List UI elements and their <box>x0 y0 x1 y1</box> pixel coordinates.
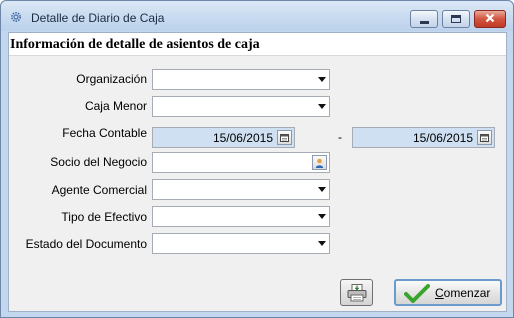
business-partner-field[interactable] <box>152 152 330 173</box>
petty-cash-label: Caja Menor <box>84 99 147 113</box>
date-from-value[interactable]: 15/06/2015 <box>213 131 273 145</box>
calendar-button[interactable] <box>477 130 492 145</box>
petty-cash-select[interactable] <box>152 96 330 117</box>
sales-agent-select[interactable] <box>152 179 330 200</box>
chevron-down-icon[interactable] <box>318 241 326 246</box>
start-button-mnemonic: C <box>435 286 444 300</box>
chevron-down-icon[interactable] <box>318 77 326 82</box>
print-button[interactable] <box>340 279 373 306</box>
close-button[interactable] <box>474 10 506 28</box>
date-from-field[interactable]: 15/06/2015 <box>152 127 295 148</box>
start-button[interactable]: Comenzar <box>394 279 502 306</box>
date-to-value[interactable]: 15/06/2015 <box>413 131 473 145</box>
printer-icon <box>347 284 367 302</box>
person-icon <box>315 158 324 168</box>
sales-agent-label: Agente Comercial <box>51 183 147 197</box>
dialog-content: Información de detalle de asientos de ca… <box>8 32 507 312</box>
dialog-window: Detalle de Diario de Caja Información de… <box>0 0 514 318</box>
date-range-separator: - <box>338 130 342 144</box>
start-button-label-rest: omenzar <box>443 286 491 300</box>
calendar-icon <box>480 133 489 142</box>
business-partner-lookup-button[interactable] <box>312 155 327 170</box>
chevron-down-icon[interactable] <box>318 214 326 219</box>
maximize-button[interactable] <box>442 10 470 28</box>
start-button-label: Comenzar <box>435 286 490 300</box>
window-title: Detalle de Diario de Caja <box>31 11 165 25</box>
title-bar[interactable]: Detalle de Diario de Caja <box>1 1 513 31</box>
chevron-down-icon[interactable] <box>318 104 326 109</box>
app-gear-icon <box>10 11 22 23</box>
organization-select[interactable] <box>152 69 330 90</box>
document-status-label: Estado del Documento <box>25 237 147 251</box>
date-to-field[interactable]: 15/06/2015 <box>352 127 495 148</box>
calendar-button[interactable] <box>277 130 292 145</box>
cash-type-select[interactable] <box>152 206 330 227</box>
minimize-button[interactable] <box>410 10 438 28</box>
organization-label: Organización <box>76 72 147 86</box>
minimize-icon <box>419 20 429 24</box>
document-status-select[interactable] <box>152 233 330 254</box>
maximize-icon <box>451 15 461 23</box>
form-header-title: Información de detalle de asientos de ca… <box>10 37 260 52</box>
close-icon <box>485 12 495 26</box>
cash-type-label: Tipo de Efectivo <box>61 210 147 224</box>
accounting-date-label: Fecha Contable <box>62 126 147 140</box>
chevron-down-icon[interactable] <box>318 187 326 192</box>
form-header: Información de detalle de asientos de ca… <box>9 33 506 56</box>
check-icon <box>404 284 430 303</box>
business-partner-label: Socio del Negocio <box>50 155 147 169</box>
calendar-icon <box>280 133 289 142</box>
